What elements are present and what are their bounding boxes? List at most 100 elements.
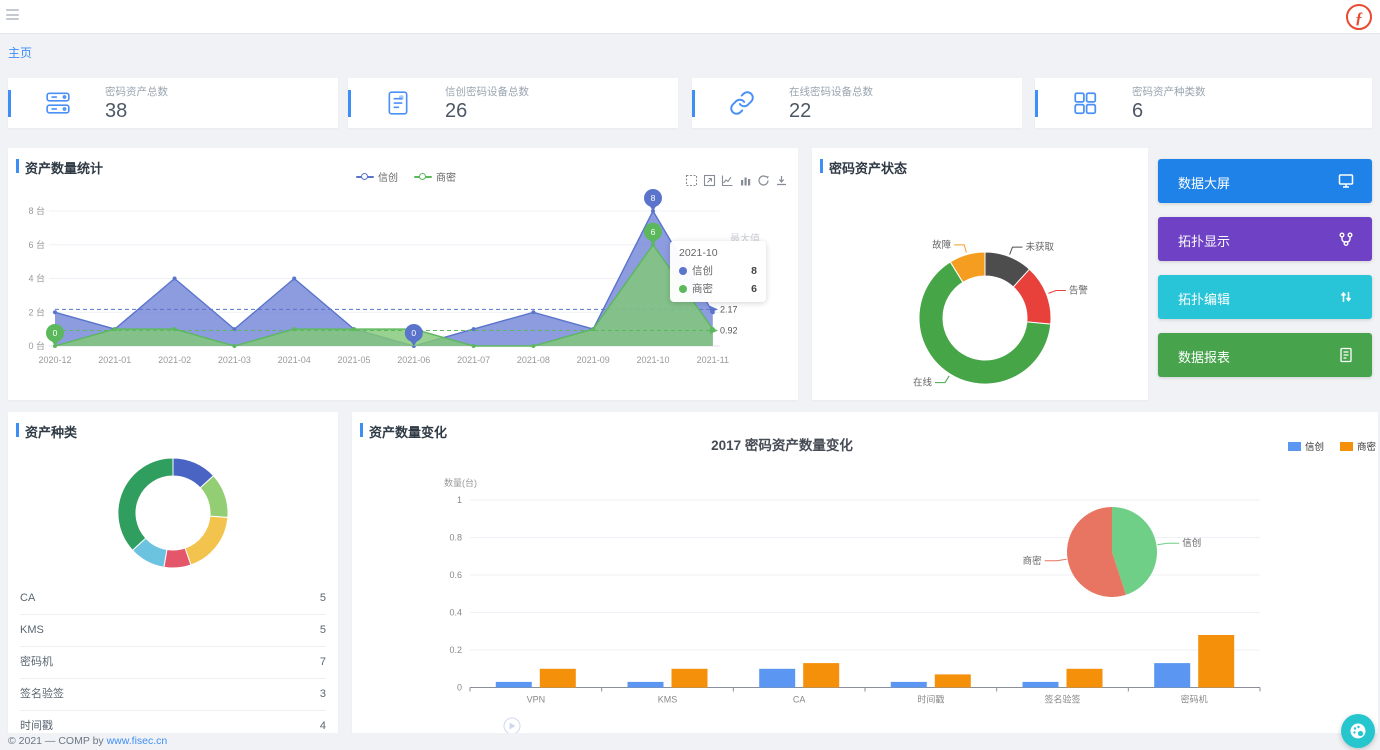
line-symbol-icon	[356, 176, 374, 178]
stat-card-asset-types: 密码资产种类数 6	[1035, 78, 1372, 128]
grid-icon	[1072, 90, 1098, 116]
svg-text:2021-04: 2021-04	[278, 355, 311, 365]
svg-text:1: 1	[457, 495, 462, 505]
bar-信创-CA[interactable]	[759, 669, 795, 688]
svg-text:0: 0	[457, 683, 462, 693]
stat-card-value: 22	[789, 100, 873, 123]
donut-slice-密码机[interactable]	[185, 516, 228, 565]
card-accent	[348, 90, 351, 117]
card-accent	[1035, 90, 1038, 117]
svg-text:0.2: 0.2	[449, 645, 462, 655]
bar-信创-签名验签[interactable]	[1023, 682, 1059, 688]
panel-asset-status: 密码资产状态 未获取告警在线故障	[812, 148, 1148, 400]
button-label: 拓扑编辑	[1178, 289, 1230, 308]
server-stack-icon	[45, 90, 71, 116]
card-accent	[8, 90, 11, 117]
legend-swatch-信创[interactable]	[1288, 442, 1301, 451]
link-icon	[729, 90, 755, 116]
data-report-button[interactable]: 数据报表	[1158, 333, 1372, 377]
svg-text:信创: 信创	[1305, 441, 1324, 453]
panel-asset-change: 资产数量变化 2017 密码资产数量变化信创商密数量(台)00.20.40.60…	[352, 412, 1378, 745]
legend-swatch-商密[interactable]	[1340, 442, 1353, 451]
svg-text:商密: 商密	[1357, 441, 1377, 453]
svg-text:签名验签: 签名验签	[1044, 694, 1080, 705]
bar-信创-VPN[interactable]	[496, 682, 532, 688]
svg-text:密码机: 密码机	[1181, 694, 1208, 705]
button-label: 数据报表	[1178, 347, 1230, 366]
asset-type-row: 签名验签3	[20, 679, 326, 711]
data-screen-button[interactable]: 数据大屏	[1158, 159, 1372, 203]
top-bar: ƒ	[0, 0, 1380, 34]
topology-edit-button[interactable]: 拓扑编辑	[1158, 275, 1372, 319]
svg-text:2021-09: 2021-09	[577, 355, 610, 365]
topology-display-button[interactable]: 拓扑显示	[1158, 217, 1372, 261]
legend-label: 信创	[378, 169, 398, 184]
svg-text:2.17: 2.17	[720, 304, 738, 314]
panel-accent	[16, 159, 19, 173]
button-label: 拓扑显示	[1178, 231, 1230, 250]
data-point[interactable]	[292, 277, 296, 281]
data-point[interactable]	[472, 344, 476, 348]
breadcrumb-home[interactable]: 主页	[8, 44, 32, 61]
svg-text:告警: 告警	[1069, 285, 1089, 297]
svg-text:2021-06: 2021-06	[397, 355, 430, 365]
svg-text:故障: 故障	[932, 239, 952, 251]
svg-text:CA: CA	[793, 695, 806, 705]
svg-text:KMS: KMS	[658, 695, 678, 705]
topology-edit-icon	[1338, 289, 1354, 305]
bar-商密-VPN[interactable]	[540, 669, 576, 688]
hamburger-icon[interactable]	[6, 9, 20, 23]
stat-card-label: 密码资产总数	[105, 84, 168, 99]
svg-text:商密: 商密	[1023, 555, 1043, 567]
panel-title: 资产数量统计	[25, 158, 103, 177]
svg-text:2021-08: 2021-08	[517, 355, 550, 365]
asset-change-bar-chart: 2017 密码资产数量变化信创商密数量(台)00.20.40.60.81VPNK…	[352, 434, 1378, 745]
legend-item-xinchuang[interactable]: 信创	[356, 169, 398, 184]
data-point[interactable]	[232, 344, 236, 348]
card-accent	[692, 90, 695, 117]
svg-text:6 台: 6 台	[28, 239, 45, 250]
bar-信创-密码机[interactable]	[1154, 663, 1190, 687]
svg-text:2020-12: 2020-12	[38, 355, 71, 365]
panel-asset-types: 资产种类 CA5KMS5密码机7签名验签3时间戳4	[8, 412, 338, 745]
bar-信创-时间戳[interactable]	[891, 682, 927, 688]
topology-icon	[1338, 231, 1354, 247]
stat-card-xinchuang-devices: 信创密码设备总数 26	[348, 78, 678, 128]
theme-fab-button[interactable]	[1341, 714, 1375, 748]
monitor-icon	[1338, 173, 1354, 189]
donut-slice-VPN[interactable]	[118, 458, 173, 550]
bar-商密-KMS[interactable]	[672, 669, 708, 688]
data-point[interactable]	[53, 310, 57, 314]
bar-商密-签名验签[interactable]	[1067, 669, 1103, 688]
bar-信创-KMS[interactable]	[628, 682, 664, 688]
bar-商密-密码机[interactable]	[1198, 635, 1234, 688]
report-icon	[1338, 347, 1354, 363]
legend-label: 商密	[436, 169, 456, 184]
chart-tooltip: 2021-10 信创8商密6	[670, 241, 766, 302]
asset-type-row: 密码机7	[20, 647, 326, 679]
fisec-logo-icon[interactable]: ƒ	[1346, 4, 1372, 30]
panel-accent	[820, 159, 823, 173]
stat-card-label: 在线密码设备总数	[789, 84, 873, 99]
footer: © 2021 — COMP by www.fisec.cn	[0, 733, 1380, 750]
data-point[interactable]	[173, 277, 177, 281]
svg-text:2021-02: 2021-02	[158, 355, 191, 365]
panel-asset-stats: 资产数量统计 信创 商密 0 台2 台4 台6 台8 台2020-122021-…	[8, 148, 798, 400]
data-point[interactable]	[531, 310, 535, 314]
svg-text:2021-05: 2021-05	[337, 355, 370, 365]
line-symbol-icon	[414, 176, 432, 178]
panel-accent	[16, 423, 19, 437]
svg-text:0.4: 0.4	[449, 608, 462, 618]
svg-text:2021-01: 2021-01	[98, 355, 131, 365]
tooltip-row: 信创8	[679, 263, 757, 278]
bar-商密-时间戳[interactable]	[935, 674, 971, 687]
data-point[interactable]	[531, 344, 535, 348]
tooltip-row: 商密6	[679, 281, 757, 296]
svg-text:2021-07: 2021-07	[457, 355, 490, 365]
fisec-link[interactable]: www.fisec.cn	[107, 735, 168, 747]
stat-card-value: 38	[105, 100, 168, 123]
svg-text:0 台: 0 台	[28, 340, 45, 351]
svg-text:VPN: VPN	[527, 695, 546, 705]
legend-item-shangmi[interactable]: 商密	[414, 169, 456, 184]
bar-商密-CA[interactable]	[803, 663, 839, 687]
